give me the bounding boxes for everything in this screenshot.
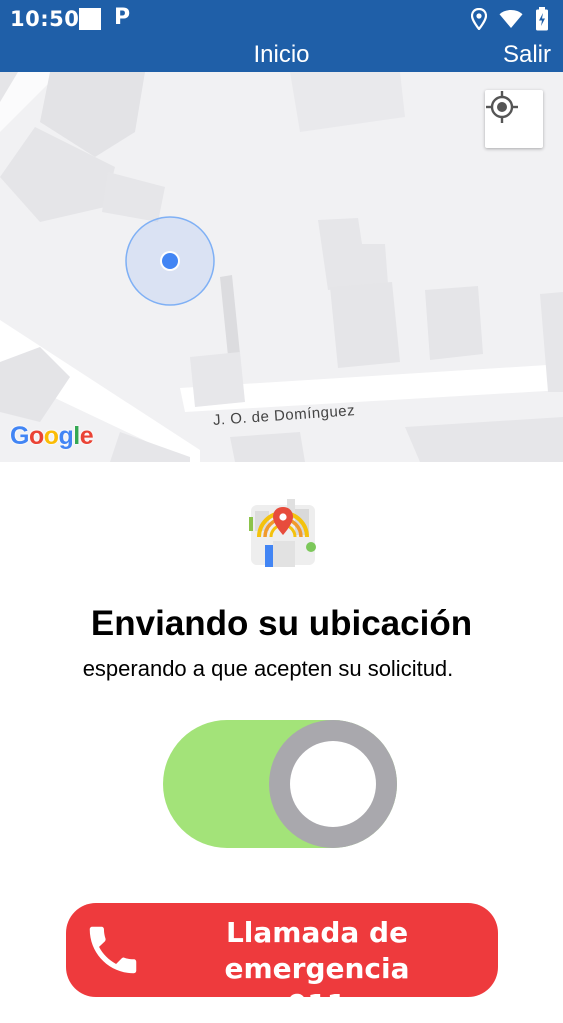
status-icons [471, 6, 549, 32]
notification-square-icon [79, 8, 101, 30]
notification-p-icon: P [114, 5, 131, 30]
location-icon [471, 8, 487, 30]
battery-charging-icon [536, 7, 548, 31]
my-location-icon [486, 91, 518, 123]
emergency-call-button[interactable]: Llamada de emergencia 911 [66, 903, 498, 1021]
status-headline: Enviando su ubicación [90, 604, 473, 643]
status-subline: esperando a que acepten su solicitud. [82, 656, 454, 681]
google-attribution-logo: Google [10, 422, 94, 450]
emergency-call-label: Llamada de emergencia 911 [150, 915, 484, 1023]
location-sharing-illustration [249, 499, 316, 567]
my-location-button[interactable] [485, 90, 543, 148]
map-view[interactable]: J. O. de Domínguez Google [0, 72, 563, 462]
emergency-call-number: 911 [287, 988, 347, 1021]
location-sharing-toggle[interactable] [163, 720, 397, 848]
map-tiles [0, 72, 563, 462]
phone-icon [89, 926, 137, 974]
page-title: Inicio [253, 41, 310, 68]
top-bar: 10:50 P Inicio Salir [0, 0, 563, 72]
logout-button[interactable]: Salir [503, 41, 551, 69]
status-time: 10:50 [10, 7, 80, 31]
toggle-knob-center [290, 741, 376, 827]
emergency-call-label-line1: Llamada de emergencia [224, 916, 410, 985]
wifi-icon [499, 10, 523, 28]
toggle-knob [269, 720, 397, 848]
